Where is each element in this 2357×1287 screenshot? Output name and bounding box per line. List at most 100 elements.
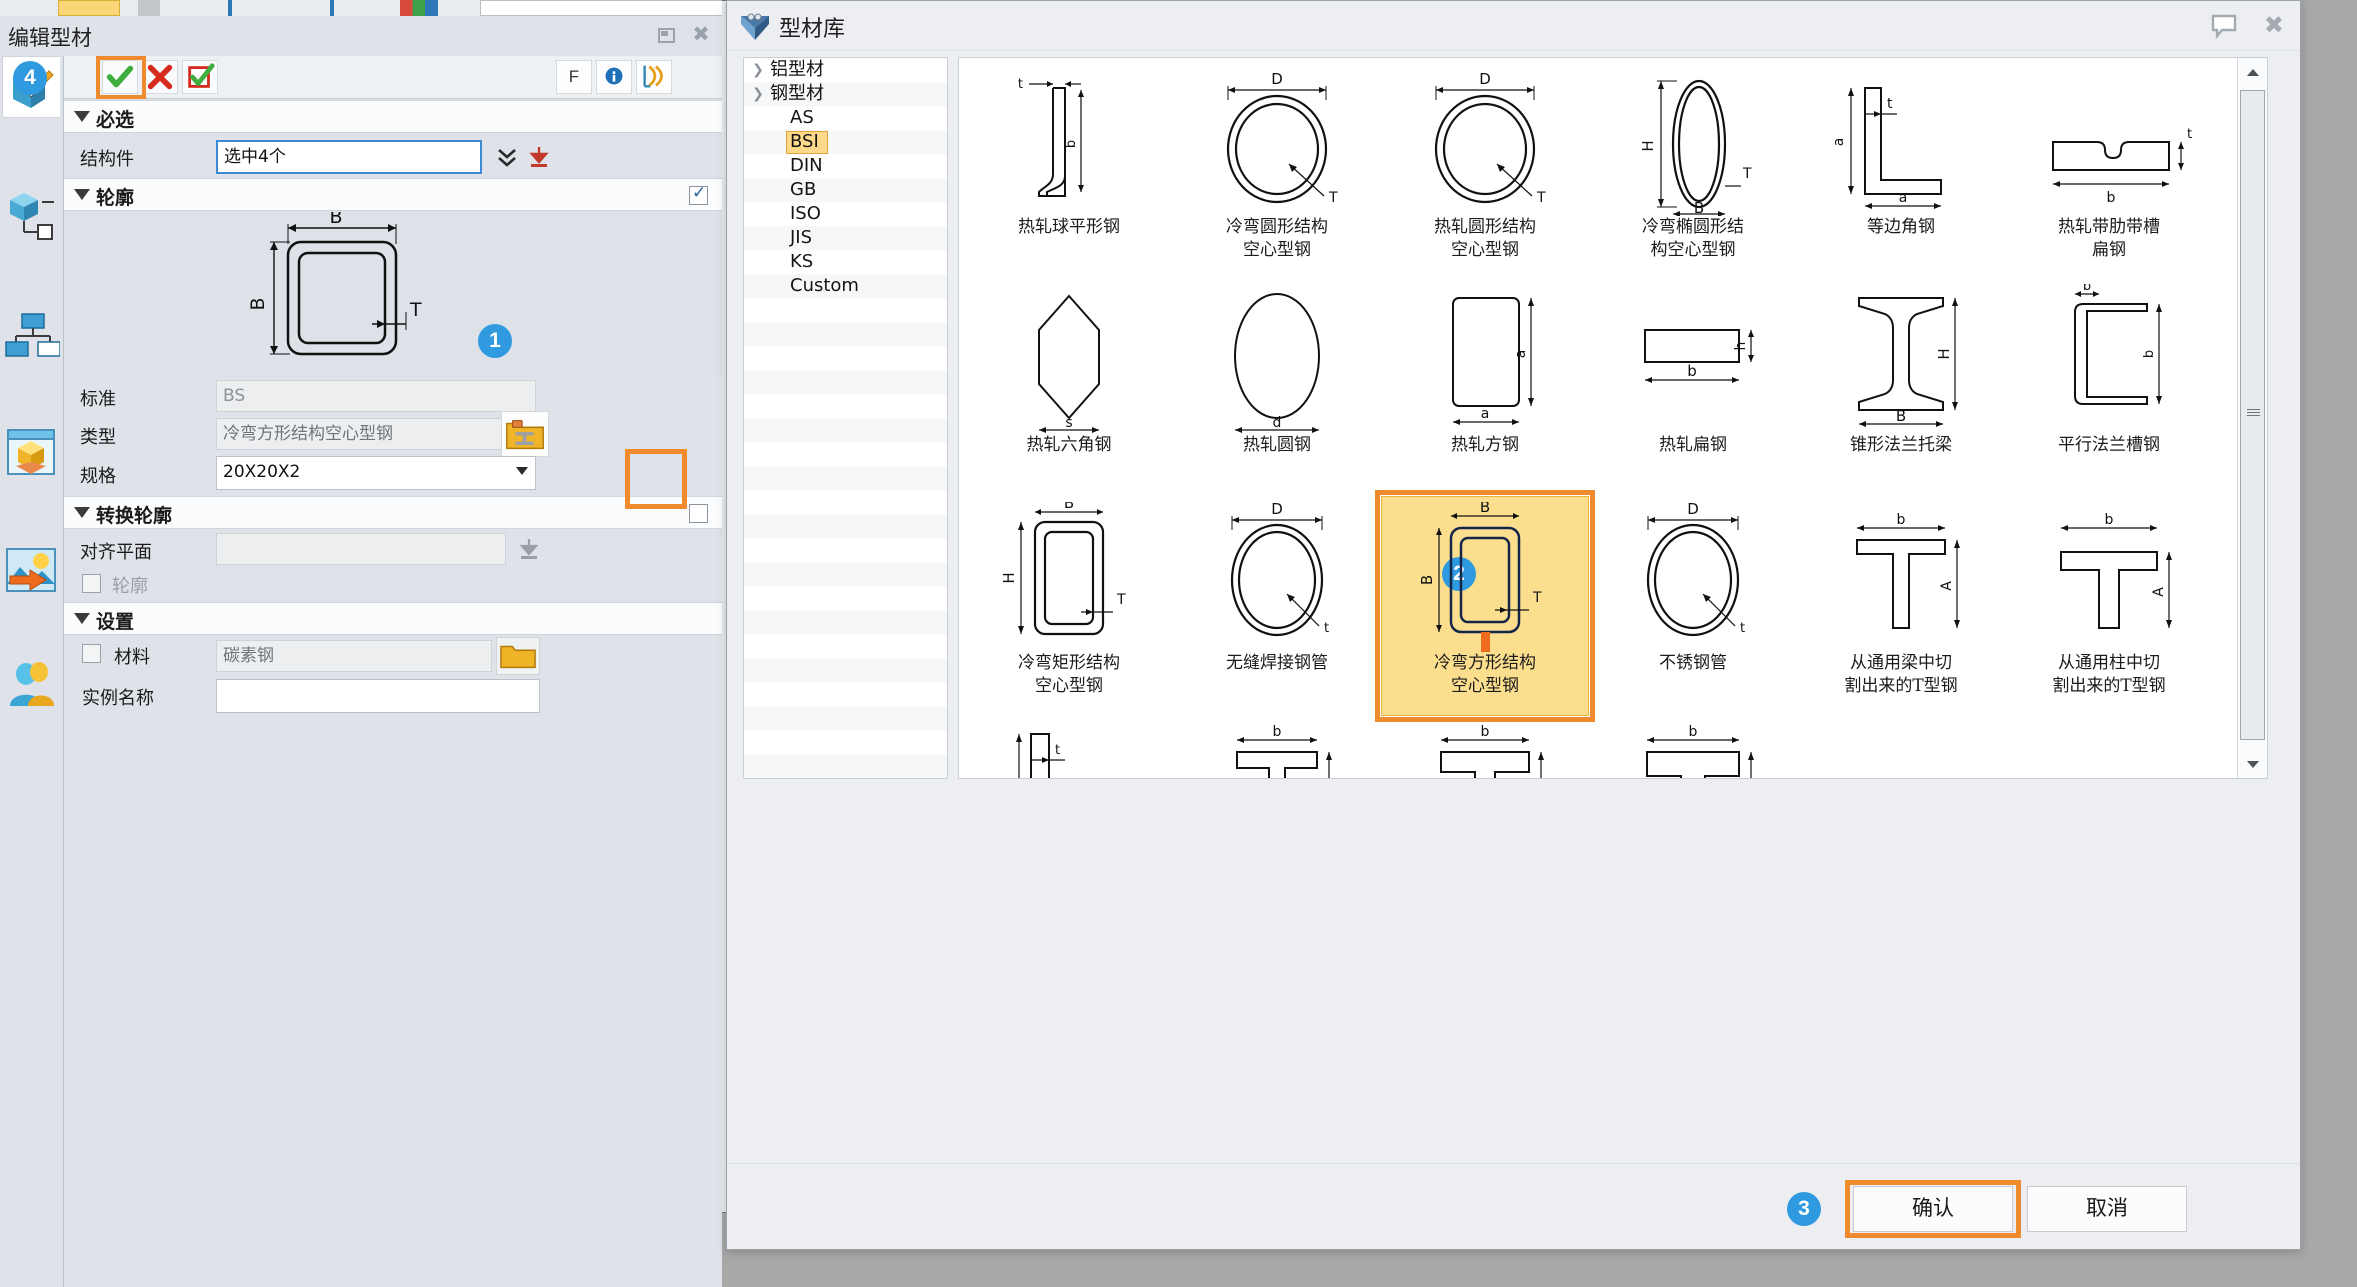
instance-name-field[interactable] bbox=[216, 679, 540, 713]
double-chevron-down-icon bbox=[498, 149, 516, 167]
tree-item-label: GB bbox=[790, 179, 817, 200]
tree-item-bsi[interactable]: BSI bbox=[744, 130, 947, 154]
edit-profile-panel: 编辑型材 ✖ 4 F 必选 结构件 选中4个 轮廓 ✓ B B T 标准 BS … bbox=[0, 16, 722, 1287]
svg-text:T: T bbox=[1116, 592, 1126, 608]
tree-item-ks[interactable]: KS bbox=[744, 250, 947, 274]
tree-item-gb[interactable]: GB bbox=[744, 178, 947, 202]
profile-item[interactable]: d 热轧圆钢 bbox=[1177, 284, 1377, 457]
profile-item[interactable]: b A 从通用梁中切 割出来的T型钢 bbox=[1801, 502, 2001, 698]
profile-item[interactable]: h b 热轧扁钢 bbox=[1593, 284, 1793, 457]
profile-item[interactable]: s 热轧六角钢 bbox=[969, 284, 1169, 457]
ribbon-chip-blue-bars-2[interactable] bbox=[330, 0, 360, 16]
profile-item[interactable]: B H T 冷弯矩形结构 空心型钢 bbox=[969, 494, 1169, 698]
contour-checkbox[interactable] bbox=[82, 574, 101, 593]
tree-item-jis[interactable]: JIS bbox=[744, 226, 947, 250]
expand-button[interactable] bbox=[636, 60, 672, 94]
section-settings[interactable]: 设置 bbox=[64, 602, 722, 635]
circle-hollow-icon: D T bbox=[1434, 70, 1546, 206]
row-contour-checkbox: 轮廓 bbox=[64, 570, 722, 602]
tree-item-custom[interactable]: Custom bbox=[744, 274, 947, 298]
profile-item[interactable]: H B 锥形法兰托梁 bbox=[1801, 284, 2001, 457]
scroll-down-arrow-icon[interactable] bbox=[2238, 750, 2267, 778]
profile-item-label: 锥形法兰托梁 bbox=[1850, 435, 1952, 455]
scroll-thumb[interactable] bbox=[2240, 90, 2265, 740]
ribbon-chip-grey[interactable] bbox=[138, 0, 160, 16]
standards-tree[interactable]: ❯ 铝型材 ❯ 钢型材 AS BSI DIN GB ISO JIS KS Cus… bbox=[743, 57, 948, 779]
tree-item-din[interactable]: DIN bbox=[744, 154, 947, 178]
member-dropdown-button[interactable] bbox=[494, 144, 520, 175]
section-required[interactable]: 必选 bbox=[64, 100, 722, 133]
profile-item[interactable]: t b 热轧球平形钢 bbox=[969, 66, 1169, 239]
type-browse-button[interactable] bbox=[501, 411, 549, 457]
profile-item[interactable]: b h 通用梁 bbox=[1177, 720, 1377, 778]
rail-item-hierarchy[interactable] bbox=[2, 304, 61, 366]
profile-item[interactable]: b b 平行法兰槽钢 bbox=[2009, 279, 2209, 457]
tee-icon: b A bbox=[1856, 512, 1960, 629]
tree-empty-row bbox=[744, 514, 947, 538]
info-button[interactable] bbox=[596, 60, 632, 94]
rail-item-edit-profile[interactable]: 4 bbox=[2, 56, 60, 118]
material-browse-button[interactable] bbox=[496, 637, 540, 675]
close-icon[interactable]: ✖ bbox=[2264, 13, 2284, 39]
section-transform[interactable]: 转换轮廓 bbox=[64, 496, 722, 529]
tree-item-steel[interactable]: ❯ 钢型材 bbox=[744, 82, 947, 106]
cube-connector-icon bbox=[10, 193, 54, 240]
align-plane-pick-button[interactable] bbox=[516, 536, 542, 567]
svg-text:h: h bbox=[1733, 342, 1749, 351]
chevron-down-icon[interactable]: ❯ bbox=[750, 82, 766, 106]
close-icon[interactable]: ✖ bbox=[690, 23, 712, 45]
rail-item-scene[interactable] bbox=[2, 540, 60, 602]
scroll-up-arrow-icon[interactable] bbox=[2238, 58, 2267, 86]
spec-field[interactable]: 20X20X2 bbox=[216, 456, 536, 490]
profile-item-selected[interactable]: B B T 冷弯方形结构 空心型钢 bbox=[1375, 490, 1595, 722]
tree-item-as[interactable]: AS bbox=[744, 106, 947, 130]
rail-item-placement[interactable] bbox=[2, 186, 60, 248]
transform-section-checkbox[interactable] bbox=[689, 504, 708, 523]
i-beam-icon: b h bbox=[1236, 724, 1332, 778]
rail-item-appearance[interactable] bbox=[2, 422, 60, 484]
profile-item[interactable]: D t 不锈钢管 bbox=[1593, 500, 1793, 675]
profile-section-checkbox[interactable] bbox=[689, 183, 708, 205]
profile-grid[interactable]: t b 热轧球平形钢 D T 冷弯圆形结构 空心型钢 D T 热轧圆形结构 空心… bbox=[958, 57, 2268, 779]
profile-item-label: 平行法兰槽钢 bbox=[2058, 435, 2160, 455]
member-pick-button[interactable] bbox=[526, 144, 552, 175]
accept-button[interactable] bbox=[102, 60, 138, 94]
material-checkbox[interactable] bbox=[82, 644, 101, 663]
profile-item[interactable]: b A 从通用柱中切 割出来的T型钢 bbox=[2009, 502, 2209, 698]
restore-icon[interactable] bbox=[654, 23, 676, 45]
cancel-button[interactable]: 取消 bbox=[2027, 1186, 2187, 1232]
tree-item-aluminum[interactable]: ❯ 铝型材 bbox=[744, 58, 947, 82]
f-button[interactable]: F bbox=[556, 60, 592, 94]
rail-item-user[interactable] bbox=[2, 658, 60, 720]
ribbon-chip-yellow[interactable] bbox=[58, 0, 120, 16]
svg-text:H: H bbox=[1935, 348, 1953, 359]
profile-item[interactable]: D T 冷弯圆形结构 空心型钢 bbox=[1177, 66, 1377, 262]
profile-item[interactable]: b h 通用柱 bbox=[1593, 720, 1793, 778]
apply-button[interactable] bbox=[182, 60, 218, 94]
type-field: 冷弯方形结构空心型钢 bbox=[216, 418, 536, 450]
ribbon-chip-blue-bars[interactable] bbox=[228, 0, 270, 16]
grid-scrollbar[interactable] bbox=[2237, 58, 2267, 778]
ribbon-chip-color[interactable] bbox=[400, 0, 438, 16]
profile-item[interactable]: D T 热轧圆形结构 空心型钢 bbox=[1385, 66, 1585, 262]
profile-item[interactable]: H B T 冷弯椭圆形结 构空心型钢 bbox=[1593, 66, 1793, 262]
profile-item[interactable]: a t b 不等边角钢 bbox=[969, 720, 1169, 778]
row-type: 类型 冷弯方形结构空心型钢 bbox=[64, 411, 722, 457]
profile-item[interactable]: b h 通用支承桩 bbox=[1385, 720, 1585, 778]
cancel-button[interactable] bbox=[142, 60, 178, 94]
standard-field: BS bbox=[216, 380, 536, 412]
section-transform-label: 转换轮廓 bbox=[96, 505, 173, 527]
structural-member-field[interactable]: 选中4个 bbox=[216, 140, 482, 174]
align-plane-field[interactable] bbox=[216, 533, 506, 565]
chevron-right-icon[interactable]: ❯ bbox=[750, 58, 766, 82]
profile-item[interactable]: t b 热轧带肋带槽 扁钢 bbox=[2009, 66, 2209, 262]
svg-text:D: D bbox=[1479, 70, 1491, 88]
section-profile[interactable]: 轮廓 bbox=[64, 178, 722, 211]
profile-item[interactable]: D t 无缝焊接钢管 bbox=[1177, 500, 1377, 675]
square-solid-icon: a a bbox=[1452, 297, 1534, 425]
profile-item[interactable]: a a 热轧方钢 bbox=[1385, 284, 1585, 457]
tree-item-iso[interactable]: ISO bbox=[744, 202, 947, 226]
profile-item[interactable]: a t a 等边角钢 bbox=[1801, 66, 2001, 239]
speech-bubble-icon[interactable] bbox=[2210, 13, 2238, 39]
ok-button[interactable]: 确认 bbox=[1853, 1186, 2013, 1232]
